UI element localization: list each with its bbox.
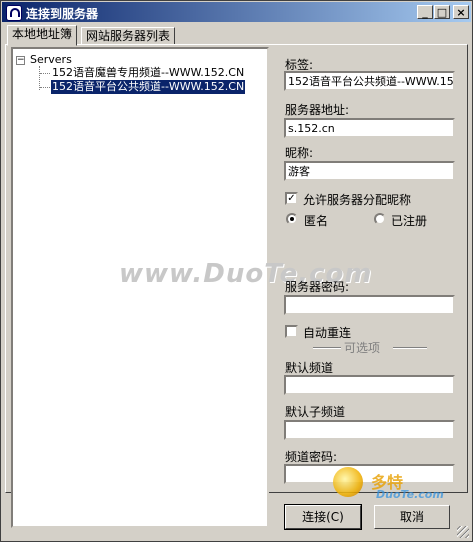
tree-item-server-2[interactable]: 152语音平台公共频道--WWW.152.CN [49,79,247,95]
default-channel-label: 默认频道 [285,361,334,375]
channel-password-label: 频道密码: [285,450,338,464]
minimize-button[interactable]: _ [417,5,433,19]
title-bar[interactable]: 连接到服务器 _ □ × [2,2,471,22]
headset-icon [6,5,22,21]
cancel-button[interactable]: 取消 [374,505,450,529]
divider [393,347,427,349]
registered-label: 已注册 [391,214,428,228]
connect-dialog: 连接到服务器 _ □ × 本地地址簿 网站服务器列表 − Servers 152… [0,0,473,542]
tab-local-addressbook[interactable]: 本地地址簿 [7,25,78,46]
resize-grip-icon[interactable] [457,526,469,538]
tree-connector [40,73,50,74]
tab-website-server-list[interactable]: 网站服务器列表 [81,27,176,45]
address-label: 服务器地址: [285,103,350,117]
server-password-input[interactable] [284,295,455,315]
default-subchannel-label: 默认子频道 [285,405,346,419]
address-input[interactable]: s.152.cn [284,118,455,138]
optional-section-label: 可选项 [344,341,381,355]
connect-button[interactable]: 连接(C) [284,504,362,530]
server-password-label: 服务器密码: [285,280,350,294]
tree-item-server-1[interactable]: 152语音魔兽专用频道--WWW.152.CN [51,66,245,80]
divider [313,347,341,349]
tag-input[interactable]: 152语音平台公共频道--WWW.152 [284,71,455,91]
allow-nick-checkbox[interactable]: ✓ [285,192,298,205]
logo-domain: DuoTe.com [376,488,444,501]
collapse-icon[interactable]: − [16,56,25,65]
tree-connector [40,87,50,88]
maximize-button[interactable]: □ [434,5,450,19]
allow-nick-label: 允许服务器分配昵称 [303,193,412,207]
duote-logo-icon [333,467,363,497]
channel-password-input[interactable] [284,464,455,484]
window-title: 连接到服务器 [26,7,99,21]
auto-reconnect-checkbox[interactable] [285,325,298,338]
nickname-label: 昵称: [285,146,314,160]
tree-root-servers[interactable]: Servers [30,53,72,66]
anonymous-radio[interactable] [286,213,298,225]
default-channel-input[interactable] [284,375,455,395]
close-button[interactable]: × [453,5,469,19]
registered-radio[interactable] [374,213,386,225]
nickname-input[interactable]: 游客 [284,161,455,181]
default-subchannel-input[interactable] [284,420,455,440]
anonymous-label: 匿名 [304,214,329,228]
